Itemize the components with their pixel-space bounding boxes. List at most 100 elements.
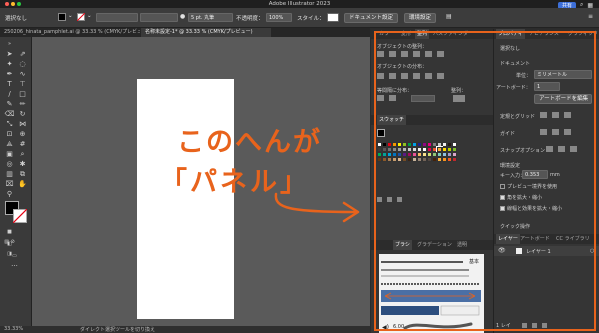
snap-pixel-icon[interactable] [558, 146, 565, 152]
align-bottom-icon[interactable] [437, 51, 444, 57]
snap-glyph-icon[interactable] [570, 146, 577, 152]
type-tool-icon[interactable]: T [4, 79, 15, 89]
mesh-tool-icon[interactable]: # [17, 139, 28, 149]
width-tool-icon[interactable]: ⋈ [17, 119, 28, 129]
ruler-icon[interactable] [540, 112, 547, 118]
dist-hcenter-icon[interactable] [425, 73, 432, 79]
eye-icon[interactable]: 👁 [498, 247, 506, 254]
arrange-icon[interactable]: ▤ [446, 13, 452, 20]
toolbar-collapse-icon[interactable]: » [4, 39, 15, 49]
option-preview-bounds[interactable]: プレビュー境界を使用 [500, 183, 557, 190]
opacity-input[interactable]: 100% [266, 13, 292, 22]
pen-tool-icon[interactable]: ✒ [4, 69, 15, 79]
tab-transparency[interactable]: 透明 [455, 240, 469, 250]
eyedropper-icon[interactable]: ⌕ [17, 149, 28, 159]
smart-guides-icon[interactable] [564, 129, 571, 135]
grid-icon[interactable] [552, 112, 559, 118]
stroke-dropdown-icon[interactable]: ⌄ [87, 13, 92, 19]
dist-right-icon[interactable] [437, 73, 444, 79]
delete-layer-icon[interactable] [542, 323, 547, 328]
spacing-input[interactable] [411, 95, 435, 102]
option-scale-strokes[interactable]: 線幅と効果を拡大・縮小 [500, 205, 562, 212]
align-left-icon[interactable] [377, 51, 384, 57]
perspective-grid-icon[interactable]: ⟁ [4, 139, 15, 149]
snap-point-icon[interactable] [546, 146, 553, 152]
tab-swatches[interactable]: スウォッチ [377, 115, 407, 125]
tab-transform[interactable]: 変形 [399, 29, 413, 39]
lasso-icon[interactable]: ◌ [17, 59, 28, 69]
scale-strokes-checkbox[interactable] [500, 206, 505, 211]
zoom-tool-icon[interactable]: ⚲ [4, 189, 15, 199]
color-mode-icon[interactable]: ■ ▨ ⊘ [4, 227, 15, 245]
shape-builder-icon[interactable]: ⊕ [17, 129, 28, 139]
tab-properties[interactable]: プロパティ [496, 29, 525, 39]
tab-graphic-styles[interactable]: グラフィック [566, 29, 599, 39]
free-transform-icon[interactable]: ⊡ [4, 129, 15, 139]
option-scale-corners[interactable]: 角を拡大・縮小 [500, 194, 542, 201]
align-vcenter-icon[interactable] [425, 51, 432, 57]
hand-tool-icon[interactable]: ✋ [17, 179, 28, 189]
scale-icon[interactable]: ⤡ [4, 119, 15, 129]
swatch-library-icon[interactable] [377, 197, 382, 202]
doc-tab-untitled[interactable]: 名称未設定-1* @ 33.33 % (CMYK/プレビュー) [141, 28, 271, 37]
show-guides-icon[interactable] [540, 129, 547, 135]
units-dropdown[interactable]: ミリメートル [534, 70, 592, 79]
layer-target-icon[interactable]: ○ [590, 248, 594, 254]
swatch-chip[interactable] [452, 157, 457, 162]
slice-tool-icon[interactable]: ⌧ [4, 179, 15, 189]
align-top-icon[interactable] [413, 51, 420, 57]
stroke-weight-dropdown[interactable] [96, 13, 138, 22]
brush-list[interactable]: 基本 ◀) 6.00 [379, 254, 484, 333]
dist-left-icon[interactable] [413, 73, 420, 79]
panel-menu-icon[interactable]: ≡ [588, 13, 593, 20]
transparency-grid-icon[interactable] [564, 112, 571, 118]
fill-swatch[interactable] [58, 13, 66, 21]
graph-tool-icon[interactable]: ▥ [4, 169, 15, 179]
artboard-dropdown[interactable]: 1 [534, 82, 560, 91]
tab-appearance[interactable]: アピアランス [527, 29, 561, 39]
screen-mode-icon[interactable]: ▭ [9, 251, 20, 261]
key-input-field[interactable]: 0.353 [522, 170, 548, 179]
tab-gradient[interactable]: グラデーション [415, 240, 454, 250]
dist-bottom-icon[interactable] [401, 73, 408, 79]
space-vertical-icon[interactable] [377, 95, 384, 101]
more-tools-icon[interactable]: ··· [9, 261, 20, 271]
scale-corners-checkbox[interactable] [500, 195, 505, 200]
tab-artboards[interactable]: アートボード [518, 234, 552, 244]
touch-type-icon[interactable]: ⊤ [17, 79, 28, 89]
curvature-tool-icon[interactable]: ∿ [17, 69, 28, 79]
tab-align[interactable]: 整列 [415, 29, 430, 39]
fill-dropdown-icon[interactable]: ⌄ [68, 13, 73, 19]
rotate-icon[interactable]: ↻ [17, 109, 28, 119]
paintbrush-icon[interactable]: ✎ [4, 99, 15, 109]
style-swatch[interactable] [327, 13, 339, 22]
direct-selection-tool-icon[interactable]: ⇗ [17, 49, 28, 59]
delete-swatch-icon[interactable] [397, 197, 402, 202]
brush-dropdown[interactable]: 5 pt. 丸筆 [188, 13, 233, 22]
dist-top-icon[interactable] [377, 73, 384, 79]
artboard[interactable] [137, 79, 234, 319]
stroke-color-box[interactable] [13, 209, 27, 223]
doc-tab-pamphlet[interactable]: 250206_hinata_pamphlet.ai @ 33.33 % (CMY… [0, 28, 140, 37]
tab-brushes[interactable]: ブラシ [393, 240, 412, 250]
swatch-fill-indicator[interactable] [377, 129, 385, 137]
opacity-label[interactable]: 不透明度： [236, 14, 264, 22]
symbol-sprayer-icon[interactable]: ✱ [17, 159, 28, 169]
align-hcenter-icon[interactable] [389, 51, 396, 57]
document-setup-button[interactable]: ドキュメント設定 [344, 13, 399, 23]
tab-pathfinder[interactable]: パスファインダー [431, 29, 475, 39]
pencil-icon[interactable]: ✏ [17, 99, 28, 109]
stroke-swatch[interactable] [77, 13, 85, 21]
new-sublayer-icon[interactable] [522, 323, 527, 328]
lock-guides-icon[interactable] [552, 129, 559, 135]
selection-tool-icon[interactable]: ➤ [4, 49, 15, 59]
edit-artboards-button[interactable]: アートボードを編集 [534, 94, 592, 104]
eraser-icon[interactable]: ⌫ [4, 109, 15, 119]
line-tool-icon[interactable]: / [4, 89, 15, 99]
preferences-button[interactable]: 環境設定 [404, 13, 437, 23]
tab-color[interactable]: カラー [377, 29, 396, 39]
brush-size-value[interactable]: 6.00 [393, 324, 404, 330]
new-layer-icon[interactable] [532, 323, 537, 328]
new-swatch-icon[interactable] [387, 197, 392, 202]
variable-width-dropdown[interactable] [140, 13, 178, 22]
